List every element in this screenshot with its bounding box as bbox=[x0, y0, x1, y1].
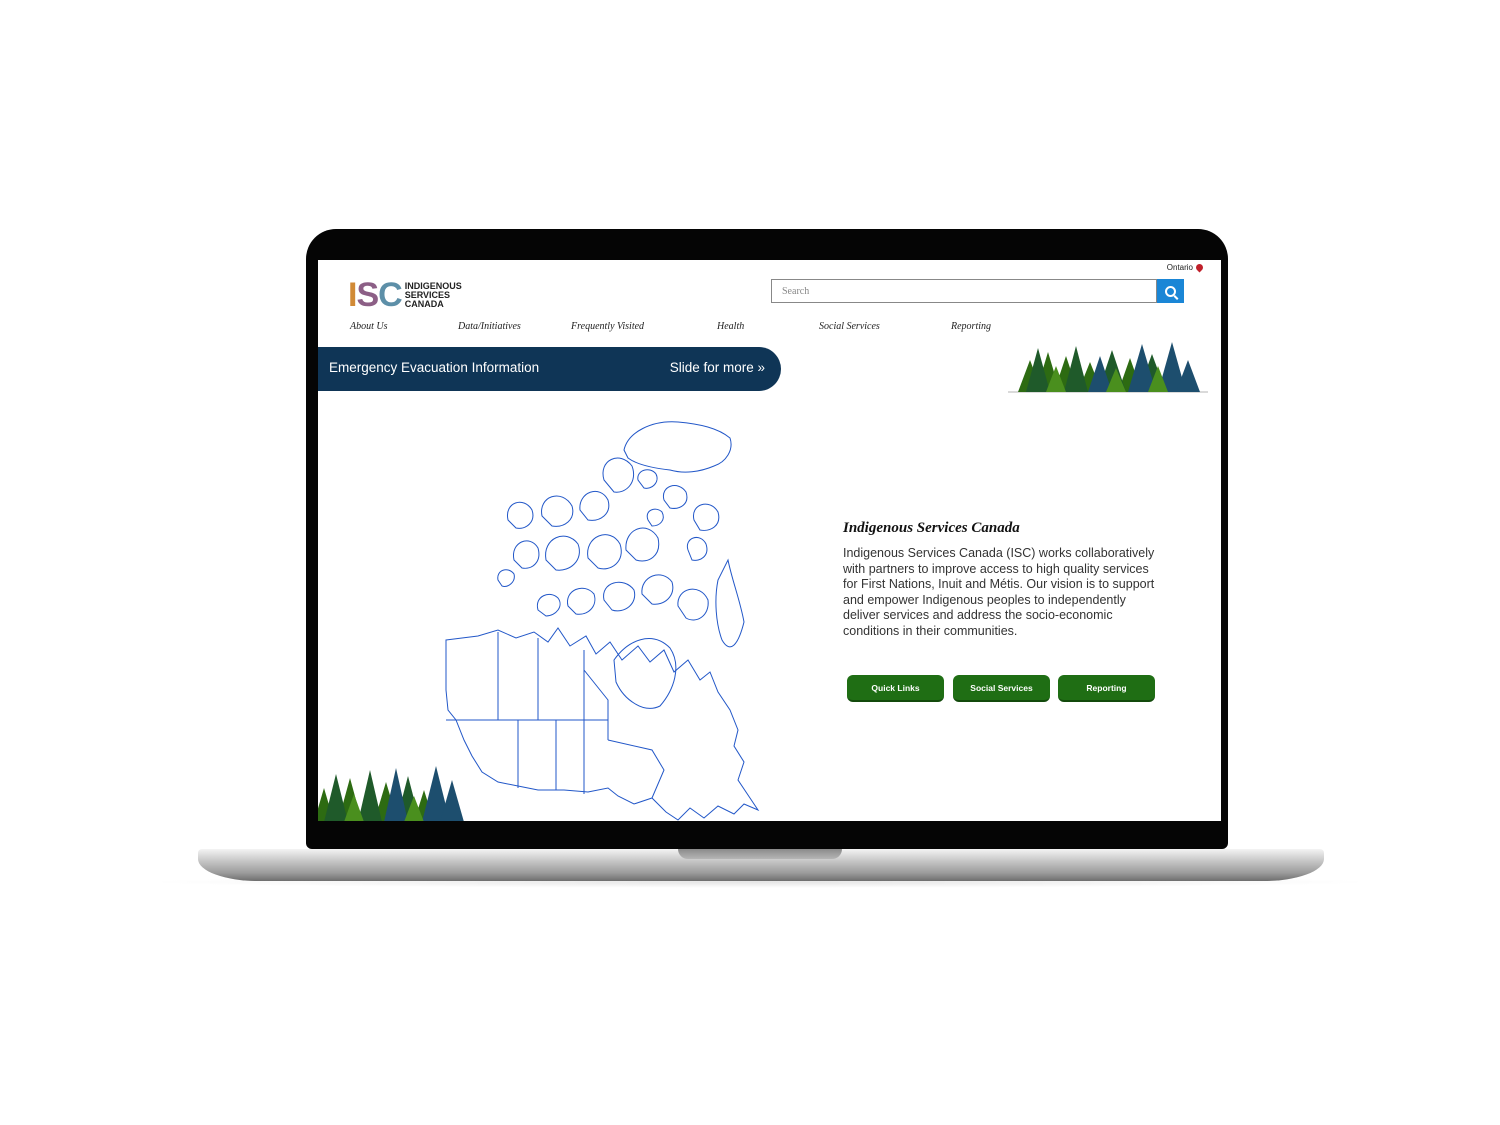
trees-decoration-top bbox=[1008, 342, 1208, 393]
canada-map bbox=[445, 421, 760, 821]
page-title: Indigenous Services Canada bbox=[843, 520, 1020, 536]
search-placeholder: Search bbox=[782, 286, 810, 297]
laptop-screen: Ontario ISC INDIGENOUS SERVICES CANADA S… bbox=[318, 260, 1221, 821]
page-description: Indigenous Services Canada (ISC) works c… bbox=[843, 546, 1155, 638]
banner-text: Emergency Evacuation Information bbox=[329, 360, 540, 375]
nav-about-us[interactable]: About Us bbox=[350, 321, 388, 332]
social-services-button[interactable]: Social Services bbox=[953, 675, 1050, 702]
trees-decoration-bottom bbox=[318, 766, 464, 821]
isc-logo[interactable]: ISC INDIGENOUS SERVICES CANADA bbox=[348, 278, 462, 312]
banner-slide-link[interactable]: Slide for more » bbox=[670, 360, 765, 375]
emergency-banner[interactable]: Emergency Evacuation Information Slide f… bbox=[318, 347, 781, 391]
location-pin-icon bbox=[1194, 262, 1205, 273]
nav-frequently-visited[interactable]: Frequently Visited bbox=[571, 321, 644, 332]
search-button[interactable] bbox=[1157, 279, 1184, 303]
logo-line-3: CANADA bbox=[404, 298, 444, 309]
quick-links-button[interactable]: Quick Links bbox=[847, 675, 944, 702]
region-selector[interactable]: Ontario bbox=[1166, 262, 1205, 273]
logo-wordmark: INDIGENOUS SERVICES CANADA bbox=[404, 281, 462, 309]
nav-reporting[interactable]: Reporting bbox=[951, 321, 991, 332]
search-input[interactable]: Search bbox=[771, 279, 1157, 303]
nav-health[interactable]: Health bbox=[717, 321, 744, 332]
logo-letter-c: C bbox=[378, 276, 403, 314]
region-label: Ontario bbox=[1166, 263, 1193, 272]
laptop-notch bbox=[678, 849, 842, 859]
search-icon bbox=[1165, 285, 1176, 297]
nav-social-services[interactable]: Social Services bbox=[819, 321, 880, 332]
logo-initials: ISC bbox=[348, 276, 403, 314]
nav-data-initiatives[interactable]: Data/Initiatives bbox=[458, 321, 521, 332]
reporting-button[interactable]: Reporting bbox=[1058, 675, 1155, 702]
logo-letter-s: S bbox=[356, 276, 379, 314]
main-nav: About Us Data/Initiatives Frequently Vis… bbox=[318, 321, 1221, 335]
